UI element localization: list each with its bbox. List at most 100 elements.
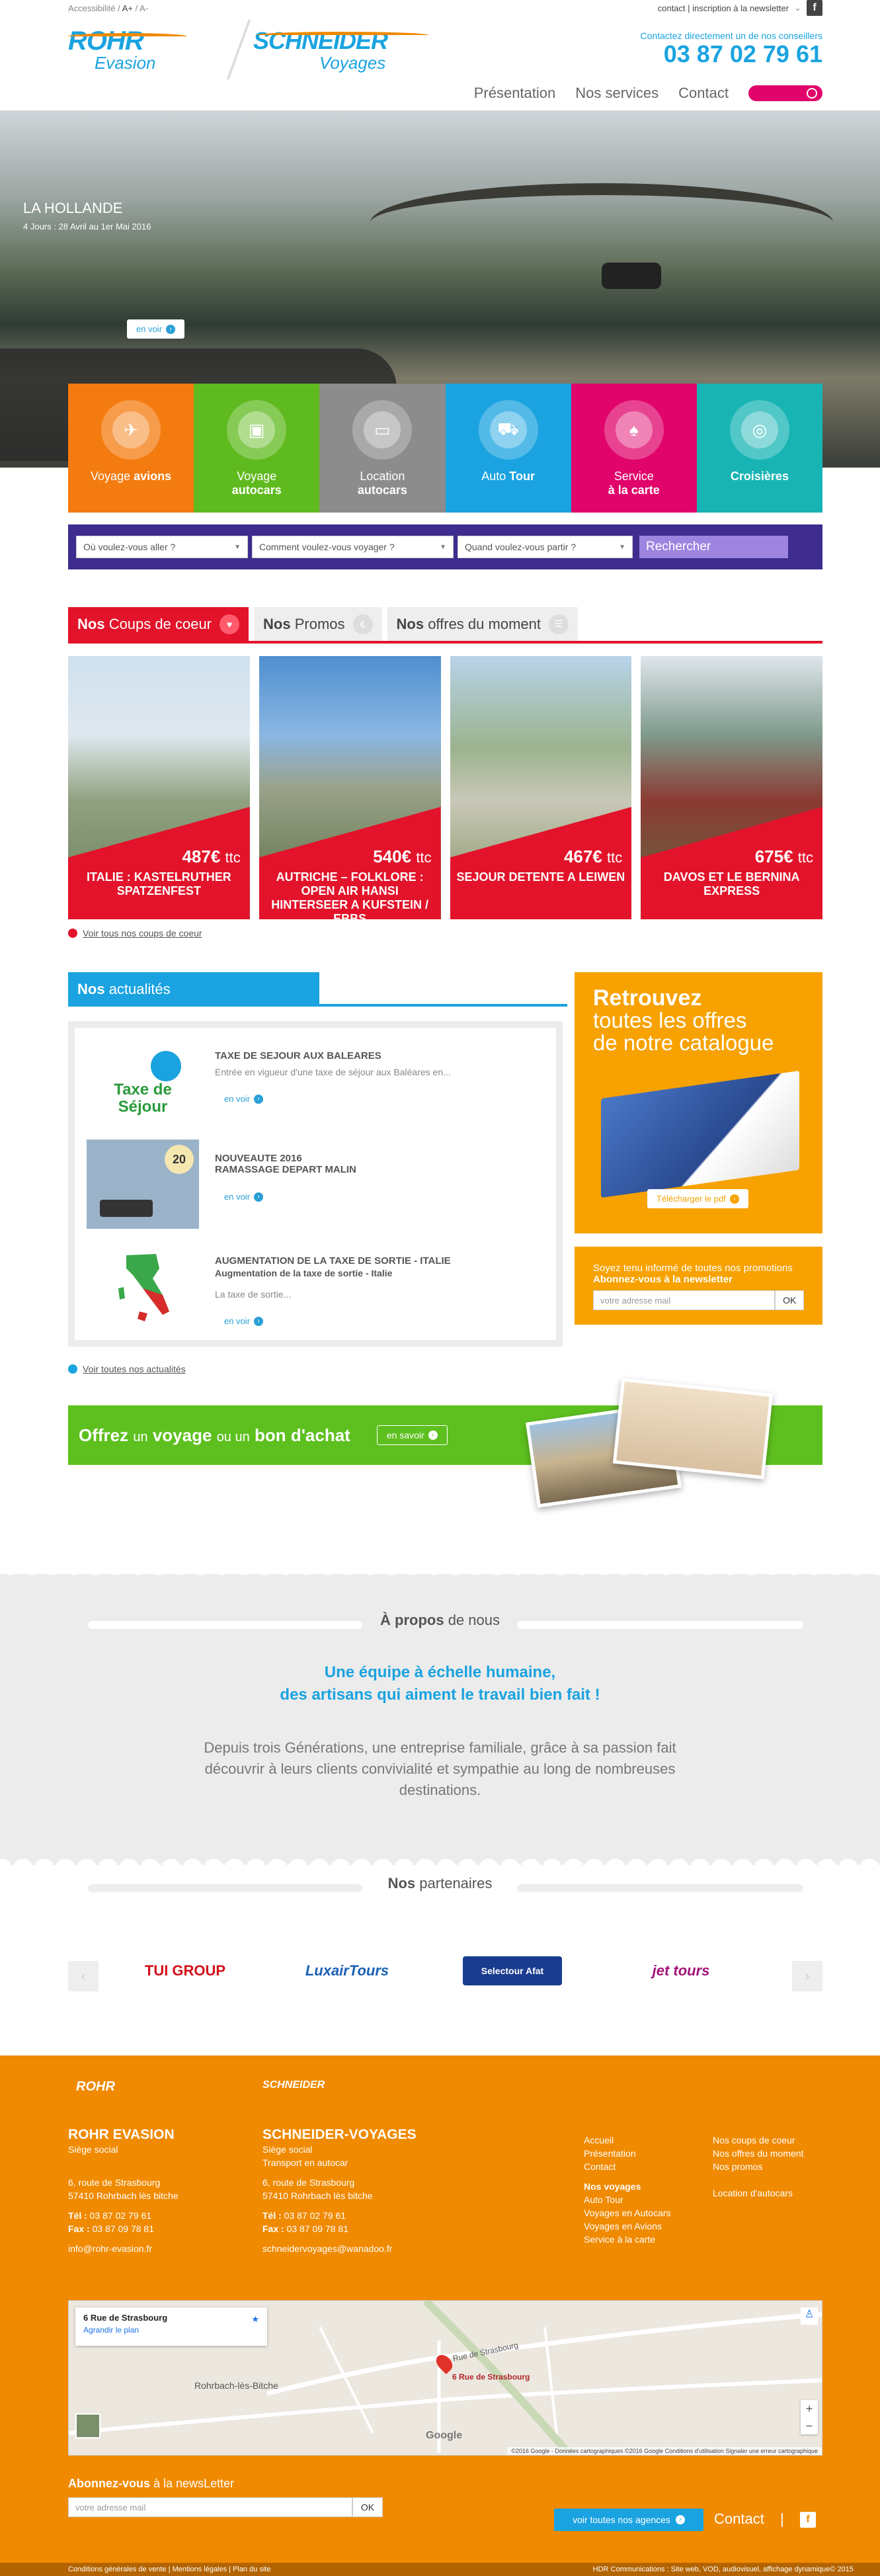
news-see-button[interactable]: en voir › <box>215 1187 273 1206</box>
footer-link-presentation[interactable]: Présentation <box>584 2147 671 2160</box>
footer-link-contact[interactable]: Contact <box>584 2160 671 2173</box>
footer-newsletter-input[interactable]: votre adresse mail <box>68 2497 352 2517</box>
nav-item-contact[interactable]: Contact <box>678 85 729 102</box>
offer-card[interactable]: 467€ ttc SEJOUR DETENTE A LEIWEN <box>450 656 632 919</box>
tile-croisieres[interactable]: ◎ Croisières <box>696 384 823 513</box>
footer-link-carte[interactable]: Service à la carte <box>584 2233 671 2246</box>
news-link[interactable]: Voir toutes nos actualités <box>68 1364 822 1374</box>
tile-location-autocars[interactable]: ▭ Location autocars <box>319 384 446 513</box>
zoom-out-button[interactable]: − <box>801 2417 818 2434</box>
map-satellite-toggle[interactable] <box>75 2413 100 2438</box>
hero-see-button[interactable]: en voir › <box>127 319 185 339</box>
agencies-button[interactable]: voir toutes nos agences › <box>554 2509 703 2531</box>
credits[interactable]: HDR Communications : Site web, VOD, audi… <box>593 2565 854 2573</box>
location-map[interactable]: 6 Rue de Strasbourg Agrandir le plan ★ R… <box>68 2300 822 2456</box>
search-input[interactable] <box>748 85 822 101</box>
footer-schneider-logo[interactable]: SCHNEIDER <box>262 2079 325 2091</box>
tile-label: Voyage <box>237 470 277 483</box>
news-item[interactable]: AUGMENTATION DE LA TAXE DE SORTIE - ITAL… <box>87 1242 544 1345</box>
partner-logo-selectour[interactable]: Selectour Afat <box>463 1956 562 1985</box>
footer-link-accueil[interactable]: Accueil <box>584 2134 671 2147</box>
date-select[interactable]: Quand voulez-vous partir ? ▼ <box>458 536 633 558</box>
footer-phone[interactable]: 03 87 02 79 61 <box>90 2210 151 2221</box>
button-label: Télécharger le pdf <box>657 1194 726 1204</box>
logo-swoosh <box>68 33 187 40</box>
pegman-icon[interactable]: ♙ <box>801 2307 818 2325</box>
header-phone[interactable]: 03 87 02 79 61 <box>641 41 822 67</box>
separator: | <box>780 2511 784 2527</box>
gift-more-button[interactable]: en savoir › <box>376 1425 448 1445</box>
google-logo: Google <box>426 2430 463 2441</box>
map-zoom-controls[interactable]: + − <box>801 2400 818 2434</box>
tab-promos[interactable]: Nos Promos € <box>254 607 382 641</box>
offer-cards: 487€ ttc ITALIE : KASTELRUTHER SPATZENFES… <box>68 656 822 919</box>
contact-line: Contactez directement un de nos conseill… <box>640 30 822 41</box>
news-see-button[interactable]: en voir › <box>215 1311 273 1331</box>
footer-link-promos[interactable]: Nos promos <box>713 2160 803 2173</box>
footer-link-avions[interactable]: Voyages en Avions <box>584 2220 671 2233</box>
facebook-icon[interactable]: f <box>800 2512 816 2528</box>
partners-prev-button[interactable]: ‹ <box>68 1961 99 1991</box>
news-link-label: Voir toutes nos actualités <box>83 1364 186 1374</box>
footer-link-moment[interactable]: Nos offres du moment <box>713 2147 803 2160</box>
about-tagline-2: des artisans qui aiment le travail bien … <box>280 1686 600 1704</box>
tab-label-bold: Nos <box>396 615 424 632</box>
arrow-right-icon: › <box>254 1094 264 1104</box>
tab-label: offres du moment <box>428 615 541 632</box>
offers-link-label: Voir tous nos coups de coeur <box>83 928 202 938</box>
footer-link-location[interactable]: Location d'autocars <box>713 2186 803 2200</box>
offer-price: 540€ ttc <box>373 847 431 867</box>
nav-item-presentation[interactable]: Présentation <box>474 85 556 102</box>
footer-email[interactable]: info@rohr-evasion.fr <box>68 2242 179 2255</box>
catalog-download-button[interactable]: Télécharger le pdf › <box>647 1189 748 1208</box>
tile-voyage-autocars[interactable]: ▣ Voyage autocars <box>194 384 320 513</box>
accessibility-link[interactable]: Accessibilité <box>68 3 116 13</box>
top-links[interactable]: contact | inscription à la newsletter <box>658 3 789 13</box>
transport-select[interactable]: Comment voulez-vous voyager ? ▼ <box>252 536 454 558</box>
partner-logo-luxair[interactable]: LuxairTours <box>291 1954 403 1987</box>
title-rule <box>517 1884 803 1892</box>
newsletter-ok-button[interactable]: OK <box>775 1290 804 1310</box>
tab-offres-moment[interactable]: Nos offres du moment ☰ <box>387 607 578 641</box>
offer-card[interactable]: 675€ ttc DAVOS ET LE BERNINA EXPRESS <box>641 656 822 919</box>
offers-link[interactable]: Voir tous nos coups de coeur <box>68 928 822 938</box>
tile-auto-tour[interactable]: ⛟ Auto Tour <box>445 384 571 513</box>
footer-fax: 03 87 09 78 81 <box>286 2223 348 2234</box>
tile-service-carte[interactable]: ♠ Service à la carte <box>571 384 697 513</box>
offer-card[interactable]: 540€ ttc AUTRICHE – FOLKLORE : OPEN AIR H… <box>259 656 441 919</box>
about-title-bold: À propos <box>380 1612 444 1628</box>
nav-item-services[interactable]: Nos services <box>575 85 659 102</box>
map-enlarge-link[interactable]: Agrandir le plan <box>83 2325 259 2335</box>
zoom-in-button[interactable]: + <box>801 2400 818 2417</box>
news-item[interactable]: 20 NOUVEAUTE 2016 RAMASSAGE DEPART MALIN… <box>87 1140 544 1242</box>
footer-phone[interactable]: 03 87 02 79 61 <box>284 2210 346 2221</box>
tab-coups-de-coeur[interactable]: Nos Coups de coeur ♥ <box>68 607 249 641</box>
partner-logo-jettours[interactable]: jet tours <box>628 1954 734 1987</box>
footer-newsletter-ok[interactable]: OK <box>352 2497 383 2517</box>
footer-contact-link[interactable]: Contact <box>714 2511 764 2528</box>
news-item[interactable]: Taxe de Séjour TAXE DE SEJOUR AUX BALEAR… <box>87 1037 544 1140</box>
footer-rohr-logo[interactable]: ROHR <box>76 2079 115 2095</box>
font-decrease-link[interactable]: A- <box>140 3 148 13</box>
newsletter-line1: Soyez tenu informé de toutes nos promoti… <box>593 1263 793 1274</box>
footer-link-coups[interactable]: Nos coups de coeur <box>713 2134 803 2147</box>
offer-card[interactable]: 487€ ttc ITALIE : KASTELRUTHER SPATZENFES… <box>68 656 250 919</box>
destination-select[interactable]: Où voulez-vous aller ? ▼ <box>76 536 248 558</box>
facebook-icon[interactable]: f <box>807 0 822 16</box>
search-icon[interactable] <box>807 88 817 99</box>
star-icon[interactable]: ★ <box>251 2314 259 2325</box>
news-see-button[interactable]: en voir › <box>215 1089 273 1108</box>
partners-next-button[interactable]: › <box>792 1961 822 1991</box>
footer-link-autotour[interactable]: Auto Tour <box>584 2193 671 2206</box>
partner-logo-tui[interactable]: TUI GROUP <box>132 1954 238 1987</box>
newsletter-email-input[interactable]: votre adresse mail <box>593 1290 776 1310</box>
footer-link-autocars[interactable]: Voyages en Autocars <box>584 2206 671 2220</box>
legal-links[interactable]: Conditions générales de vente | Mentions… <box>68 2565 271 2573</box>
search-button[interactable]: Rechercher <box>639 536 788 558</box>
font-increase-link[interactable]: A+ <box>122 3 133 13</box>
offer-price: 467€ ttc <box>564 847 622 867</box>
tile-label-bold: autocars <box>357 483 407 497</box>
footer-email[interactable]: schneidervoyages@wanadoo.fr <box>262 2242 417 2255</box>
tile-voyage-avions[interactable]: ✈ Voyage avions <box>68 384 194 513</box>
chevron-down-icon[interactable]: ⌄ <box>794 3 801 13</box>
